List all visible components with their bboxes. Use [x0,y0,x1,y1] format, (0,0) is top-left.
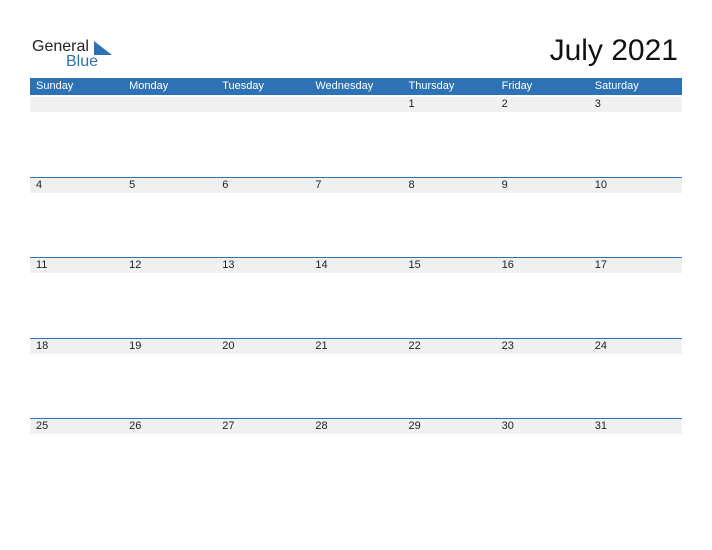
day-cell: 11 [36,259,48,271]
day-cell [309,97,402,112]
week-row: 18 19 20 21 22 23 24 [30,338,682,419]
day-cell: 29 [408,420,421,432]
day-cell: 18 [36,340,49,352]
day-cell: 23 [501,340,514,352]
weekday-wednesday: Wednesday [315,80,374,92]
week-row: 11 12 13 14 15 16 17 [30,257,682,338]
weekday-friday: Friday [501,80,533,92]
logo-text-blue: Blue [66,53,99,70]
day-cell [123,97,216,112]
day-cell: 5 [129,179,136,191]
day-cell: 15 [408,259,421,271]
day-cell: 31 [594,420,607,432]
day-cell: 30 [501,420,514,432]
day-cell: 13 [222,259,235,271]
day-cell: 28 [315,420,328,432]
day-cell: 4 [36,179,43,191]
day-cell [30,97,123,112]
day-cell: 1 [408,98,415,110]
weekday-sunday: Sunday [36,80,74,92]
weekday-header: Sunday Monday Tuesday Wednesday Thursday… [30,78,682,95]
day-cell: 25 [36,420,49,432]
day-cell: 21 [315,340,328,352]
day-cell: 22 [408,340,421,352]
day-cell: 14 [315,259,328,271]
day-cell: 10 [594,179,607,191]
logo: General Blue [32,38,122,72]
day-cell: 19 [129,340,142,352]
day-cell: 12 [129,259,142,271]
day-cell: 6 [222,179,229,191]
day-cell: 9 [501,179,508,191]
day-cell [216,97,309,112]
weekday-monday: Monday [129,80,169,92]
day-cell: 2 [501,98,508,110]
weekday-tuesday: Tuesday [222,80,265,92]
week-row: 25 26 27 28 29 30 31 [30,418,682,499]
day-cell: 8 [408,179,415,191]
day-cell: 27 [222,420,235,432]
day-cell: 20 [222,340,235,352]
calendar-title: July 2021 [549,34,678,67]
day-cell: 16 [501,259,514,271]
week-row: 4 5 6 7 8 9 10 [30,177,682,258]
weekday-thursday: Thursday [408,80,455,92]
week-row: 1 2 3 [30,97,682,177]
day-cell: 24 [594,340,607,352]
day-cell: 26 [129,420,142,432]
day-cell: 7 [315,179,322,191]
weekday-saturday: Saturday [594,80,639,92]
day-cell: 3 [594,98,601,110]
day-cell: 17 [594,259,607,271]
